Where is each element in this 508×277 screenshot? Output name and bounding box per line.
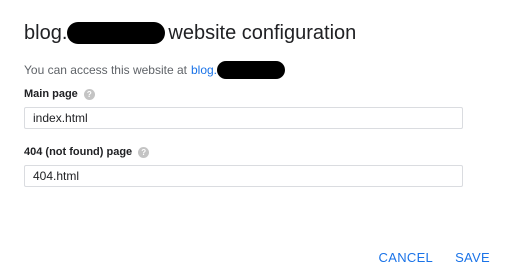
not-found-page-input[interactable] xyxy=(24,165,463,187)
help-icon[interactable]: ? xyxy=(138,146,150,158)
website-configuration-dialog: blog. website configuration You can acce… xyxy=(0,0,508,277)
main-page-label-text: Main page xyxy=(24,88,78,100)
access-info: You can access this website at blog. xyxy=(24,61,286,79)
cancel-button[interactable]: CANCEL xyxy=(379,249,434,267)
not-found-page-label: 404 (not found) page ? xyxy=(24,144,150,160)
main-page-input[interactable] xyxy=(24,107,463,129)
help-icon[interactable]: ? xyxy=(83,88,95,100)
not-found-page-label-text: 404 (not found) page xyxy=(24,146,133,158)
title-suffix: website configuration xyxy=(168,21,357,44)
save-button[interactable]: SAVE xyxy=(455,249,490,267)
access-text: You can access this website at xyxy=(24,63,187,77)
redacted-link-domain xyxy=(217,61,286,79)
main-page-label: Main page ? xyxy=(24,86,95,102)
dialog-actions: CANCEL SAVE xyxy=(379,249,490,267)
website-link[interactable]: blog. xyxy=(191,63,217,77)
title-prefix: blog. xyxy=(24,21,68,44)
redacted-domain xyxy=(67,22,166,44)
dialog-title: blog. website configuration xyxy=(24,19,356,47)
